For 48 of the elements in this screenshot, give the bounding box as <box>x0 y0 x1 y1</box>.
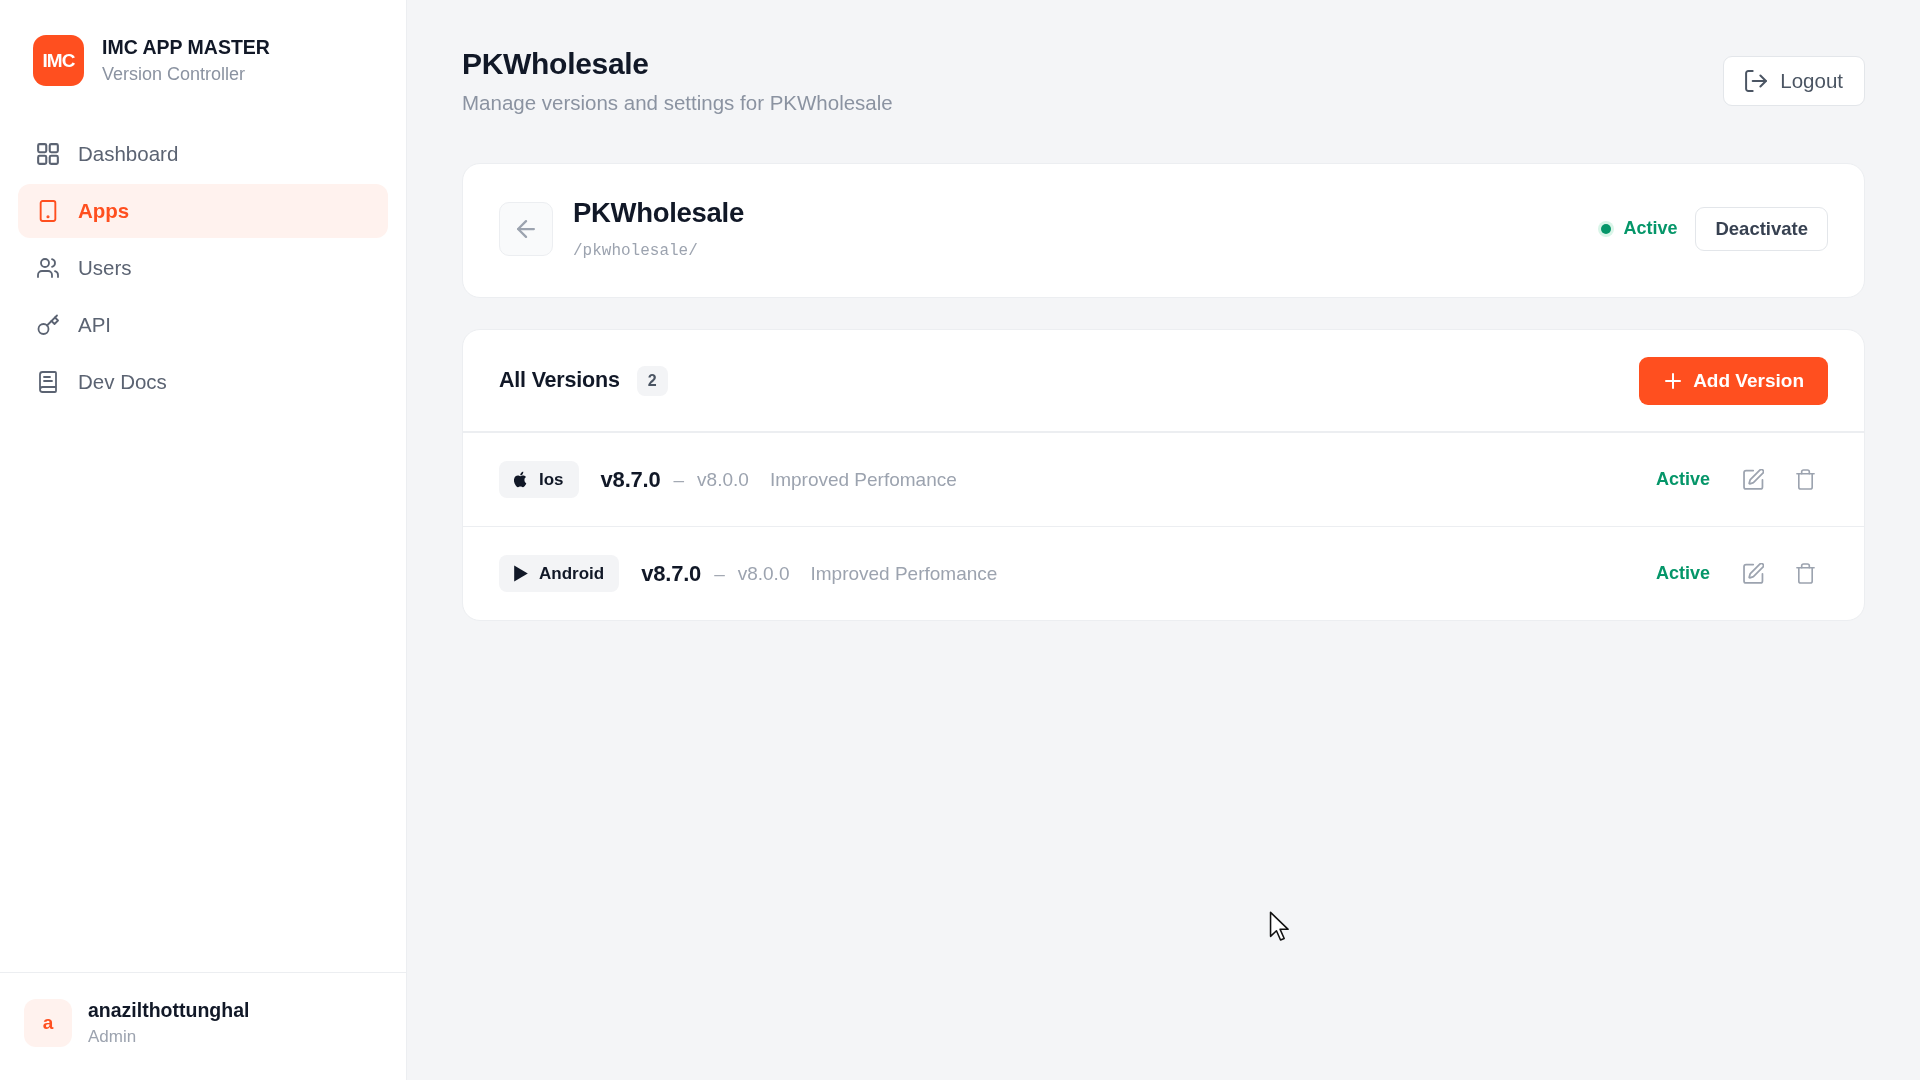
plus-icon <box>1665 372 1682 389</box>
add-version-button[interactable]: Add Version <box>1639 356 1828 405</box>
trash-icon <box>1795 469 1816 490</box>
platform-label: Ios <box>539 469 564 490</box>
app-subtitle: Version Controller <box>102 64 247 85</box>
min-version: v8.0.0 <box>697 468 749 491</box>
status-label: Active <box>1623 218 1678 239</box>
edit-icon <box>1743 563 1764 584</box>
users-icon <box>37 257 59 279</box>
edit-icon <box>1743 469 1764 490</box>
app-name: PKWholesale <box>573 197 744 228</box>
app-logo: IMC <box>33 35 84 86</box>
book-icon <box>37 371 59 393</box>
app-path: /pkwholesale/ <box>573 242 699 260</box>
versions-title: All Versions <box>499 368 620 393</box>
nav-item[interactable]: Dev Docs <box>18 355 388 409</box>
trash-icon <box>1795 563 1816 584</box>
separator-dash: – <box>714 562 725 585</box>
deactivate-button[interactable]: Deactivate <box>1695 206 1828 251</box>
version-number: v8.7.0 <box>641 560 702 587</box>
platform-label: Android <box>539 563 605 584</box>
version-number: v8.7.0 <box>600 466 661 493</box>
version-status: Active <box>1655 469 1710 490</box>
user-role: Admin <box>88 1027 138 1047</box>
nav-item[interactable]: Dashboard <box>18 127 388 181</box>
nav-item[interactable]: API <box>18 298 388 352</box>
logout-icon <box>1745 70 1768 92</box>
release-notes: Improved Perfomance <box>769 468 957 491</box>
user-name: anazilthottunghal <box>88 999 250 1022</box>
back-button[interactable] <box>499 202 553 256</box>
phone-icon <box>37 200 59 222</box>
key-icon <box>37 314 59 336</box>
play-icon <box>513 565 529 582</box>
apple-icon <box>513 471 529 488</box>
version-status: Active <box>1655 563 1710 584</box>
mouse-cursor-icon <box>1269 911 1289 942</box>
version-count: 2 <box>636 365 668 396</box>
page-subtitle: Manage versions and settings for PKWholesale <box>462 91 893 115</box>
user-avatar: a <box>24 999 72 1047</box>
min-version: v8.0.0 <box>737 562 790 585</box>
app-title: IMC APP MASTER <box>102 36 270 59</box>
release-notes: Improved Perfomance <box>810 562 998 585</box>
grid-icon <box>37 143 59 165</box>
page-title: PKWholesale <box>462 46 650 82</box>
nav-item[interactable]: Users <box>18 241 388 295</box>
logout-button[interactable]: Logout <box>1723 56 1865 106</box>
arrow-left-icon <box>517 220 535 238</box>
separator-dash: – <box>673 468 685 491</box>
